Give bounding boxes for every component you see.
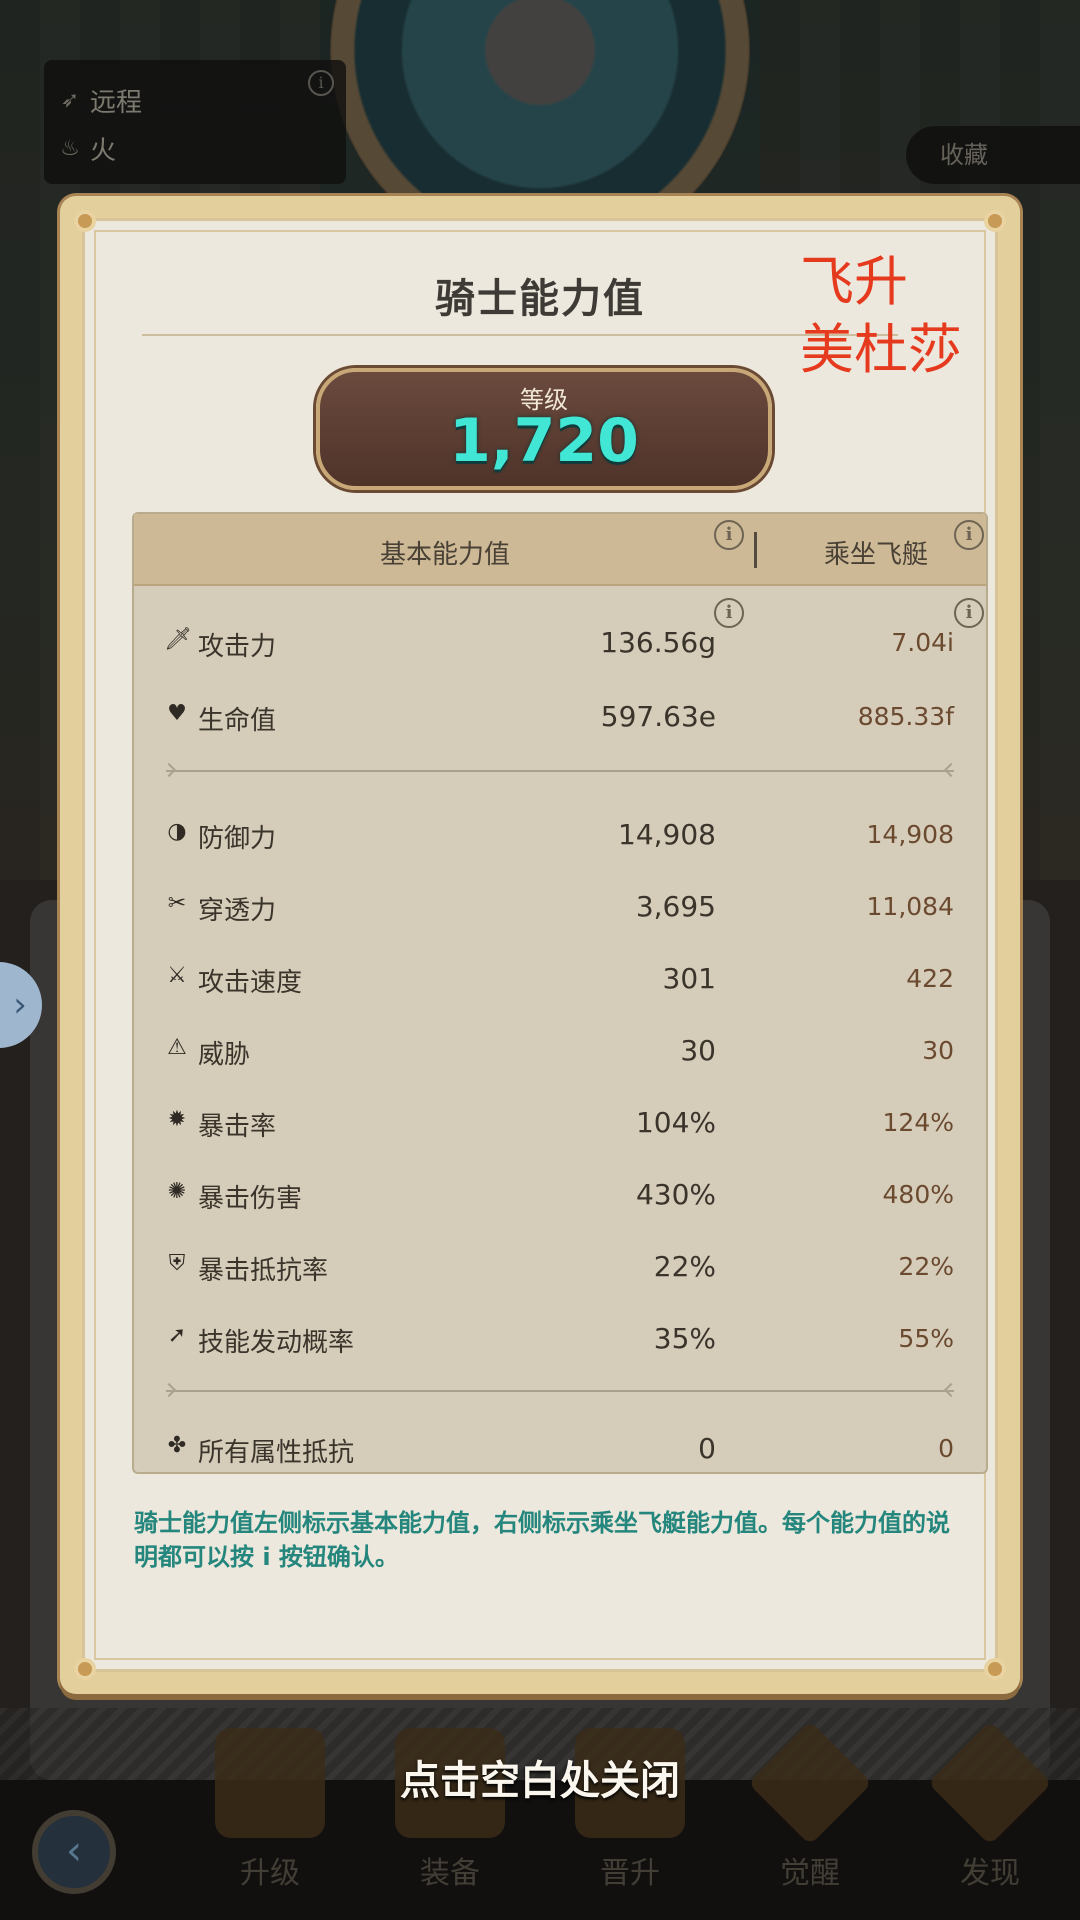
stat-airship-value: 480% [882,1180,954,1209]
modal-body: 骑士能力值 飞升 美杜莎 等级 1,720 基本能力值 i 乘坐飞艇 i i i… [82,218,998,1672]
stat-airship-value: 11,084 [866,892,954,921]
stat-base-value: 14,908 [618,818,716,851]
chevron-right-icon: › [13,985,27,1025]
column-base-stats: 基本能力值 [380,540,511,570]
stat-base-value: 597.63e [600,700,716,733]
stat-row-crit-resist: ⛨ 暴击抵抗率 22% 22% [134,1242,986,1292]
stat-row-attack: 🗡 攻击力 136.56g 7.04i [134,618,986,668]
stat-airship-value: 885.33f [857,702,954,731]
stat-base-value: 301 [662,962,716,995]
stat-name: 攻击力 [198,632,277,662]
stat-airship-value: 7.04i [891,628,954,657]
stat-airship-value: 14,908 [866,820,954,849]
column-airship-stats: 乘坐飞艇 [824,540,929,570]
stat-name: 防御力 [198,824,277,854]
stat-base-value: 3,695 [635,890,716,923]
stat-name: 威胁 [198,1040,251,1070]
threat-icon: ⚠ [167,1035,187,1060]
stat-row-hp: ♥ 生命值 597.63e 885.33f [134,692,986,742]
crit-damage-icon: ✺ [167,1179,187,1204]
help-text: 骑士能力值左侧标示基本能力值，右侧标示乘坐飞艇能力值。每个能力值的说明都可以按 … [134,1509,950,1571]
stat-airship-value: 55% [898,1324,954,1353]
stat-airship-value: 30 [922,1036,954,1065]
stat-row-attack-speed: ⚔ 攻击速度 301 422 [134,954,986,1004]
stat-base-value: 104% [635,1106,716,1139]
stat-name: 生命值 [198,706,277,736]
stat-row-defense: ◑ 防御力 14,908 14,908 [134,810,986,860]
base-stats-info-icon[interactable]: i [714,520,744,550]
stat-airship-value: 422 [906,964,954,993]
stat-row-skill-trigger: ➚ 技能发动概率 35% 55% [134,1314,986,1364]
level-plate: 等级 1,720 [316,368,772,490]
stat-name: 技能发动概率 [198,1328,355,1358]
skill-trigger-icon: ➚ [167,1323,187,1348]
stat-row-penetration: ✂ 穿透力 3,695 11,084 [134,882,986,932]
stat-airship-value: 124% [882,1108,954,1137]
annotation-line-2: 美杜莎 [800,318,962,381]
stat-row-crit-damage: ✺ 暴击伤害 430% 480% [134,1170,986,1220]
corner-rivet [984,210,1006,232]
section-divider [166,1390,954,1392]
stat-base-value: 0 [698,1432,716,1465]
penetration-icon: ✂ [167,891,187,916]
stat-name: 暴击伤害 [198,1184,303,1214]
crit-resist-icon: ⛨ [168,1251,186,1276]
level-value: 1,720 [449,406,639,476]
all-resist-icon: ✤ [167,1433,187,1458]
stat-airship-value: 0 [938,1434,954,1463]
stats-table: 基本能力值 i 乘坐飞艇 i i i 🗡 攻击力 136.56g 7.04i ♥… [132,512,988,1474]
annotation-line-1: 飞升 [800,250,908,313]
tap-to-close-hint[interactable]: 点击空白处关闭 [0,1748,1080,1806]
attack-speed-icon: ⚔ [167,963,187,988]
stat-name: 暴击率 [198,1112,277,1142]
corner-rivet [74,1658,96,1680]
corner-rivet [984,1658,1006,1680]
title-divider [142,334,898,336]
crit-rate-icon: ✹ [167,1107,187,1132]
stat-airship-value: 22% [898,1252,954,1281]
stats-table-header: 基本能力值 i 乘坐飞艇 i [134,514,986,586]
shield-icon: ◑ [167,819,187,844]
stat-base-value: 35% [653,1322,716,1355]
airship-stats-info-icon[interactable]: i [954,520,984,550]
heart-icon: ♥ [167,701,187,726]
stat-name: 暴击抵抗率 [198,1256,329,1286]
corner-rivet [74,210,96,232]
annotation-text: 飞升 美杜莎 [800,248,980,384]
stat-base-value: 22% [653,1250,716,1283]
stat-row-all-resist: ✤ 所有属性抵抗 0 0 [134,1424,986,1474]
stat-row-threat: ⚠ 威胁 30 30 [134,1026,986,1076]
stat-name: 所有属性抵抗 [198,1438,355,1468]
knight-stats-modal: 骑士能力值 飞升 美杜莎 等级 1,720 基本能力值 i 乘坐飞艇 i i i… [60,196,1020,1694]
stat-row-crit-rate: ✹ 暴击率 104% 124% [134,1098,986,1148]
stat-base-value: 430% [635,1178,716,1211]
stat-base-value: 30 [680,1034,716,1067]
stat-name: 穿透力 [198,896,277,926]
stat-base-value: 136.56g [600,626,716,659]
header-separator [754,532,757,568]
sword-icon: 🗡 [164,627,192,652]
stat-name: 攻击速度 [198,968,303,998]
section-divider [166,770,954,772]
